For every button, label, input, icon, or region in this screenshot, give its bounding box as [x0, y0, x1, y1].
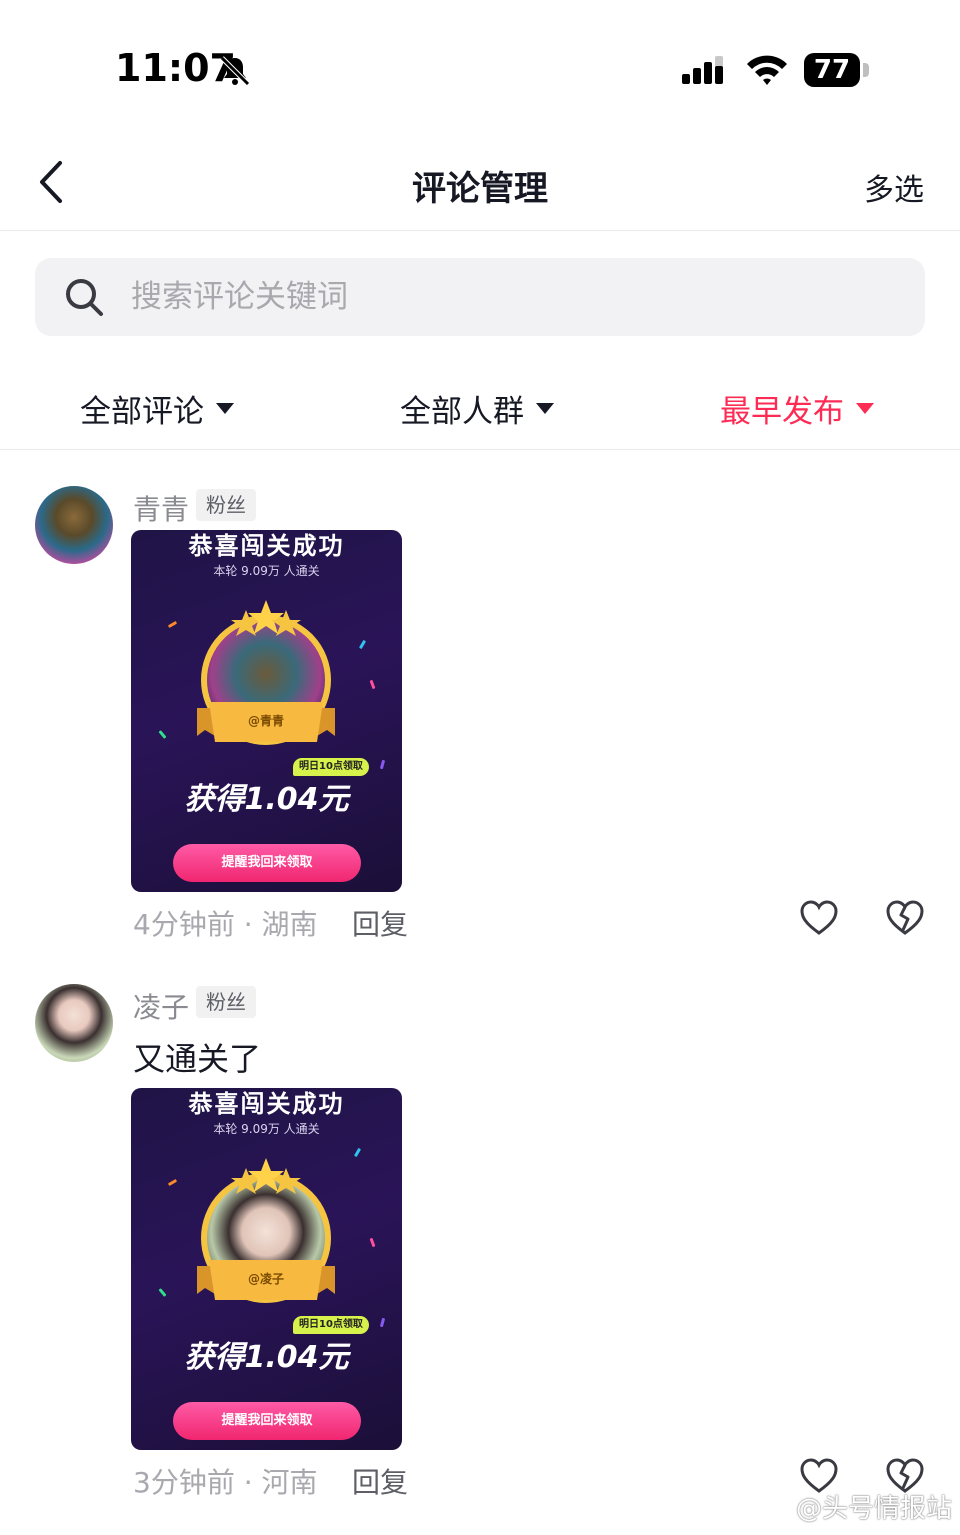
wifi-icon [747, 55, 787, 85]
broken-heart-icon[interactable] [886, 900, 924, 936]
filter-all-comments[interactable]: 全部评论 [80, 386, 234, 431]
watermark: @头号情报站 [756, 1488, 952, 1525]
comment-meta: 3分钟前 · 河南 [133, 1466, 318, 1499]
confetti [379, 1317, 386, 1328]
confetti [379, 759, 386, 770]
filter-label: 全部人群 [400, 394, 524, 430]
card-title: 恭喜闯关成功 [188, 532, 345, 560]
filter-bar: 全部评论 全部人群 最早发布 [0, 362, 960, 450]
confetti [167, 1178, 178, 1187]
comment-image[interactable]: 恭喜闯关成功 本轮 9.09万 人通关 @凌子 明日10点领取 获得1.04元 … [131, 1088, 402, 1450]
caret-down-icon [536, 403, 554, 414]
filter-all-audience[interactable]: 全部人群 [400, 386, 554, 431]
filter-earliest[interactable]: 最早发布 [720, 386, 874, 431]
confetti [369, 1237, 376, 1248]
confetti [369, 679, 376, 690]
comment-text: 又通关了 [133, 1040, 262, 1078]
watermark-text: @头号情报站 [795, 1494, 952, 1524]
caret-down-icon [856, 403, 874, 414]
bell-muted-icon [220, 56, 250, 86]
username[interactable]: 凌子 [133, 986, 189, 1026]
username[interactable]: 青青 [133, 488, 189, 528]
nav-bar: 评论管理 多选 [0, 135, 960, 231]
caret-down-icon [216, 403, 234, 414]
weibo-logo-icon [756, 1495, 789, 1520]
confetti [158, 1288, 167, 1297]
card-stats: 本轮 9.09万 人通关 [213, 564, 320, 578]
confetti [353, 1147, 362, 1158]
fan-badge: 粉丝 [196, 489, 256, 521]
reply-button[interactable]: 回复 [352, 1461, 408, 1501]
reply-button[interactable]: 回复 [352, 903, 408, 943]
card-title: 恭喜闯关成功 [188, 1090, 345, 1118]
confetti [167, 620, 178, 629]
card-remind-button: 提醒我回来领取 [173, 1402, 361, 1440]
avatar[interactable] [35, 486, 113, 564]
status-bar: 11:07 77 [0, 0, 960, 130]
search-input[interactable] [131, 258, 891, 336]
comment-image[interactable]: 恭喜闯关成功 本轮 9.09万 人通关 @青青 明日10点领取 获得1.04元 [131, 530, 402, 892]
multi-select-button[interactable]: 多选 [864, 165, 924, 209]
confetti [158, 730, 167, 739]
card-reward: 获得1.04元 [184, 1340, 349, 1375]
fan-badge: 粉丝 [196, 986, 256, 1018]
search-bar[interactable] [35, 258, 925, 336]
battery-cap [863, 63, 869, 77]
filter-label: 全部评论 [80, 394, 204, 430]
cellular-signal-icon [682, 56, 723, 84]
page-title: 评论管理 [412, 169, 548, 209]
ribbon-name: @凌子 [247, 1272, 284, 1286]
confetti [358, 639, 367, 650]
avatar[interactable] [35, 984, 113, 1062]
ribbon-name: @青青 [247, 714, 284, 728]
card-reward: 获得1.04元 [184, 782, 349, 817]
comment-meta: 4分钟前 · 湖南 [133, 908, 318, 941]
battery-indicator: 77 [804, 53, 860, 87]
search-icon [66, 279, 103, 316]
filter-label: 最早发布 [720, 394, 844, 430]
card-remind-button: 提醒我回来领取 [173, 844, 361, 882]
card-stats: 本轮 9.09万 人通关 [213, 1122, 320, 1136]
heart-icon[interactable] [800, 900, 838, 936]
